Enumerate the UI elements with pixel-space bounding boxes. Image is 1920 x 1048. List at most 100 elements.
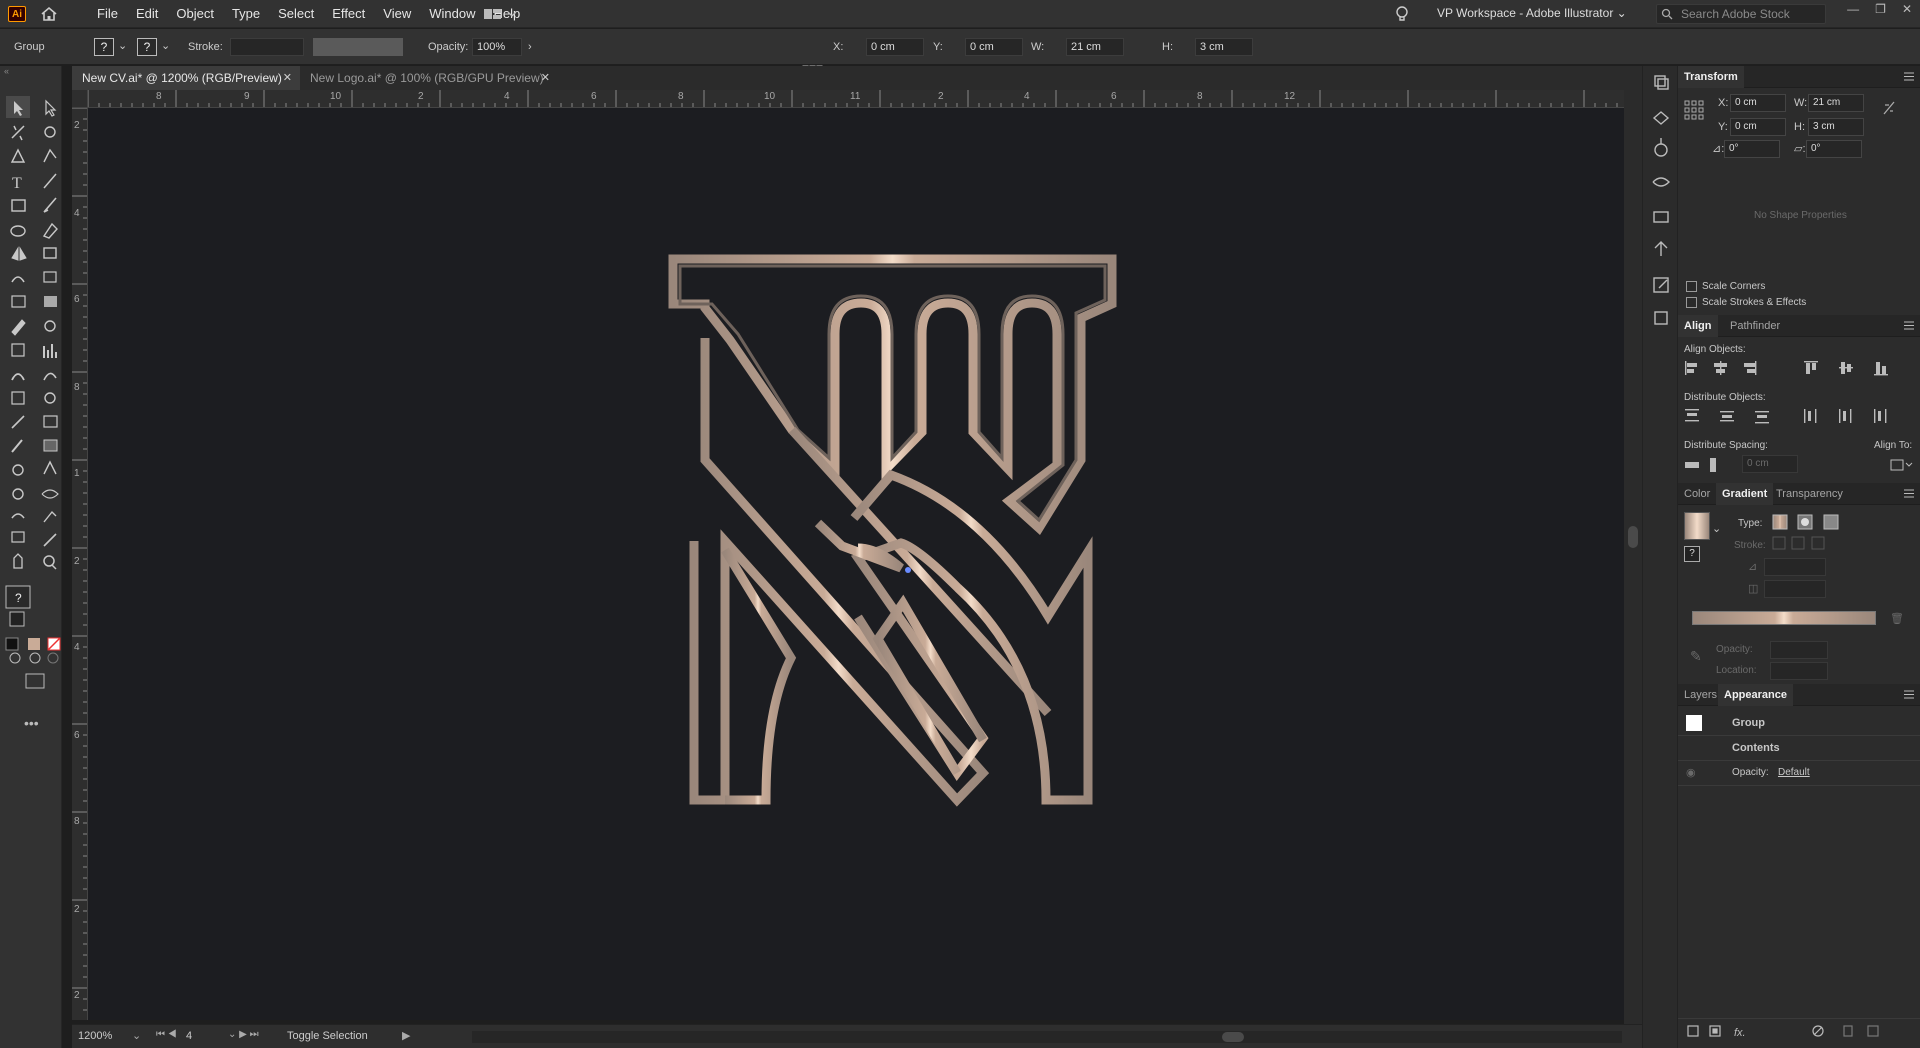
stroke-weight-field[interactable] xyxy=(230,38,304,56)
artboard-canvas[interactable] xyxy=(88,108,1624,1020)
appearance-panel-header: Layers Appearance xyxy=(1678,684,1920,706)
stop-opacity-field[interactable] xyxy=(1770,641,1828,659)
tools-grid[interactable]: T ? ••• xyxy=(0,96,62,816)
transform-h-field[interactable]: 3 cm xyxy=(1808,118,1864,136)
height-field[interactable]: 3 cm xyxy=(1195,38,1253,56)
status-menu-arrow-icon[interactable]: ▶ xyxy=(402,1029,410,1042)
distribute-spacing-buttons[interactable] xyxy=(1684,457,1724,473)
panel-menu-icon[interactable] xyxy=(1904,489,1914,498)
first-artboard-icon[interactable]: ⏮ ◀ xyxy=(156,1029,177,1040)
gradient-aspect-field[interactable] xyxy=(1764,580,1826,598)
vertical-scrollbar[interactable] xyxy=(1624,90,1642,1024)
workspace-switcher[interactable]: VP Workspace - Adobe Illustrator ⌄ xyxy=(1437,6,1627,20)
vertical-ruler[interactable]: 2 4 6 8 1 2 4 6 8 2 2 xyxy=(72,108,88,1020)
appearance-contents-row[interactable]: Contents xyxy=(1678,736,1920,761)
align-panel-header: Align Pathfinder xyxy=(1678,315,1920,337)
menu-view[interactable]: View xyxy=(374,6,420,22)
gradient-preview-swatch[interactable] xyxy=(1684,512,1710,540)
reference-point-icon[interactable] xyxy=(1684,100,1704,120)
opacity-field[interactable]: 100% xyxy=(472,38,522,56)
scrollbar-thumb[interactable] xyxy=(1222,1032,1244,1042)
chevron-down-icon[interactable]: ⌄ xyxy=(118,39,127,52)
collapse-toolbar-icon[interactable]: « xyxy=(4,66,9,76)
tab-align[interactable]: Align xyxy=(1678,315,1718,337)
transform-w-field[interactable]: 21 cm xyxy=(1808,94,1864,112)
next-artboard-icon[interactable]: ⌄ ▶ ⏭ xyxy=(228,1029,259,1040)
fill-swatch[interactable]: ? xyxy=(94,38,114,56)
horizontal-scrollbar[interactable] xyxy=(472,1031,1622,1043)
menu-object[interactable]: Object xyxy=(167,6,223,22)
selection-anchor-point[interactable] xyxy=(905,567,911,573)
panel-menu-icon[interactable] xyxy=(1904,72,1914,81)
gradient-type-buttons[interactable] xyxy=(1772,514,1846,530)
variable-width-profile[interactable] xyxy=(313,38,403,56)
close-window-button[interactable]: ✕ xyxy=(1902,2,1912,16)
maximize-button[interactable]: ❐ xyxy=(1875,2,1886,16)
tab-new-logo[interactable]: New Logo.ai* @ 100% (RGB/GPU Preview) ✕ xyxy=(300,66,558,90)
transform-x-field[interactable]: 0 cm xyxy=(1730,94,1786,112)
ruler-origin[interactable] xyxy=(72,90,88,108)
rotate-field[interactable]: 0° xyxy=(1724,140,1780,158)
zoom-level[interactable]: 1200% xyxy=(78,1030,112,1042)
width-field[interactable]: 21 cm xyxy=(1066,38,1124,56)
spacing-value-field[interactable]: 0 cm xyxy=(1742,455,1798,473)
arrange-documents-icon[interactable] xyxy=(484,6,520,22)
align-objects-buttons[interactable] xyxy=(1684,360,1914,376)
align-to-dropdown-icon[interactable] xyxy=(1890,457,1914,473)
stop-location-field[interactable] xyxy=(1770,662,1828,680)
minimize-button[interactable]: — xyxy=(1847,2,1859,16)
menu-window[interactable]: Window xyxy=(420,6,484,22)
stroke-swatch[interactable]: ? xyxy=(137,38,157,56)
distribute-objects-buttons[interactable] xyxy=(1684,408,1914,424)
tab-color[interactable]: Color xyxy=(1678,483,1716,505)
panel-menu-icon[interactable] xyxy=(1904,690,1914,699)
ruler-label: 1 xyxy=(74,468,80,479)
home-icon[interactable] xyxy=(40,6,58,22)
chevron-down-icon[interactable]: ⌄ xyxy=(132,1029,141,1042)
scale-corners-checkbox[interactable] xyxy=(1686,281,1697,292)
opacity-value-link[interactable]: Default xyxy=(1778,767,1810,778)
tab-transparency[interactable]: Transparency xyxy=(1770,483,1849,505)
status-tool[interactable]: Toggle Selection xyxy=(287,1030,368,1042)
x-position-field[interactable]: 0 cm xyxy=(866,38,924,56)
horizontal-ruler[interactable]: 8 9 10 2 4 6 8 10 11 2 4 6 8 12 xyxy=(88,90,1624,108)
close-icon[interactable]: ✕ xyxy=(283,66,292,90)
appearance-opacity-row[interactable]: ◉ Opacity: Default xyxy=(1678,761,1920,786)
stock-search-input[interactable]: Search Adobe Stock xyxy=(1656,4,1826,24)
shear-field[interactable]: 0° xyxy=(1806,140,1862,158)
ruler-label: 2 xyxy=(74,990,80,1001)
menu-effect[interactable]: Effect xyxy=(323,6,374,22)
scrollbar-thumb[interactable] xyxy=(1628,526,1638,548)
eye-icon[interactable]: ◉ xyxy=(1686,766,1696,779)
fill-stroke-toggle[interactable]: ? xyxy=(1684,546,1700,562)
delete-stop-icon[interactable]: 🗑 xyxy=(1890,612,1904,625)
menu-type[interactable]: Type xyxy=(223,6,269,22)
menu-file[interactable]: File xyxy=(88,6,127,22)
appearance-title-row[interactable]: Group xyxy=(1678,711,1920,736)
panel-icons[interactable] xyxy=(1643,66,1679,486)
chevron-right-icon[interactable]: › xyxy=(528,41,532,53)
scale-strokes-checkbox[interactable] xyxy=(1686,297,1697,308)
tab-pathfinder[interactable]: Pathfinder xyxy=(1724,315,1786,337)
y-position-field[interactable]: 0 cm xyxy=(965,38,1023,56)
link-constrain-icon[interactable] xyxy=(1882,100,1896,116)
lightbulb-icon[interactable] xyxy=(1395,5,1409,23)
chevron-down-icon[interactable]: ⌄ xyxy=(1712,522,1721,535)
tab-gradient[interactable]: Gradient xyxy=(1716,483,1774,505)
tab-appearance[interactable]: Appearance xyxy=(1718,684,1793,706)
artboard-number[interactable]: 4 xyxy=(186,1030,192,1042)
menu-edit[interactable]: Edit xyxy=(127,6,167,22)
gradient-angle-field[interactable] xyxy=(1764,558,1826,576)
chevron-down-icon[interactable]: ⌄ xyxy=(161,39,170,52)
appearance-footer-icons[interactable]: fx. xyxy=(1678,1019,1920,1043)
tab-transform[interactable]: Transform xyxy=(1678,66,1744,88)
menu-select[interactable]: Select xyxy=(269,6,323,22)
close-icon[interactable]: ✕ xyxy=(541,66,550,90)
eyedropper-icon[interactable]: ✎ xyxy=(1690,648,1702,665)
tab-new-cv[interactable]: New CV.ai* @ 1200% (RGB/Preview) ✕ xyxy=(72,66,300,90)
monogram-artwork[interactable] xyxy=(88,108,1624,1020)
transform-y-field[interactable]: 0 cm xyxy=(1730,118,1786,136)
tab-layers[interactable]: Layers xyxy=(1678,684,1723,706)
panel-menu-icon[interactable] xyxy=(1904,321,1914,330)
gradient-slider[interactable] xyxy=(1692,611,1876,625)
